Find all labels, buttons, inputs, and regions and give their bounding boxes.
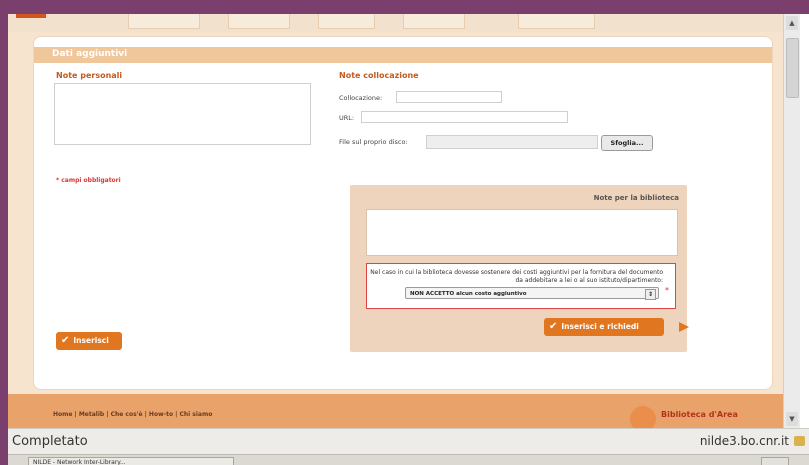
status-bar: Completato nilde3.bo.cnr.it [8,428,809,455]
page-footer: Home | Metalib | Che cos'è | How-to | Ch… [8,394,783,428]
nav-tab[interactable] [518,14,595,29]
library-notes-title: Note per la biblioteca [593,194,679,202]
footer-brand: Biblioteca d'Area [661,410,738,419]
personal-notes-label: Note personali [56,71,123,80]
nav-tab[interactable] [318,14,375,29]
taskbar-window-button[interactable]: NILDE - Network Inter-Library... [28,457,234,465]
collocazione-input[interactable] [396,91,502,103]
chevron-updown-icon: ⇕ [645,289,656,300]
scroll-up-icon[interactable]: ▲ [786,16,798,30]
brand-logo-icon [630,406,656,428]
status-text: Completato [12,434,88,449]
scroll-thumb[interactable] [786,38,799,98]
collocazione-label: Collocazione: [339,94,383,102]
lock-icon [794,436,805,446]
insert-label: Inserisci [73,336,109,345]
insert-button[interactable]: ✔ Inserisci [56,332,122,350]
costs-text: Nel caso in cui la biblioteca dovesse so… [370,269,663,284]
arrow-right-icon [679,322,689,332]
url-input[interactable] [361,111,568,123]
library-notes-box: Note per la biblioteca Nel caso in cui l… [350,185,689,352]
nav-tab[interactable] [403,14,465,29]
footer-links[interactable]: Home | Metalib | Che cos'è | How-to | Ch… [53,411,212,418]
costs-select[interactable]: NON ACCETTO alcun costo aggiuntivo ⇕ [405,287,659,300]
browse-button[interactable]: Sfoglia... [601,135,653,151]
top-nav-strip [8,14,783,32]
file-label: File sul proprio disco: [339,138,408,146]
costs-select-value: NON ACCETTO alcun costo aggiuntivo [410,291,527,297]
insert-request-button[interactable]: ✔ Inserisci e richiedi [544,318,689,336]
nav-tab[interactable] [128,14,200,29]
costs-box: Nel caso in cui la biblioteca dovesse so… [366,263,676,309]
insert-request-label: Inserisci e richiedi [561,322,639,331]
library-notes-textarea[interactable] [366,209,678,256]
section-title: Dati aggiuntivi [52,49,128,59]
status-host: nilde3.bo.cnr.it [699,434,789,448]
nav-accent [16,14,46,18]
check-icon: ✔ [549,321,558,332]
taskbar: NILDE - Network Inter-Library... [8,454,809,465]
personal-notes-textarea[interactable] [54,83,311,145]
required-note: * campi obbligatori [56,177,121,184]
file-path-input[interactable] [426,135,598,149]
web-page: Dati aggiuntivi Note personali Note coll… [8,14,783,428]
nav-tab[interactable] [228,14,290,29]
collocation-label: Note collocazione [339,71,419,80]
section-header: Dati aggiuntivi [34,47,772,63]
scroll-down-icon[interactable]: ▼ [786,412,798,426]
vertical-scrollbar[interactable]: ▲ ▼ [783,14,800,428]
system-tray [761,457,789,465]
form-panel: Dati aggiuntivi Note personali Note coll… [33,36,773,390]
check-icon: ✔ [61,335,70,346]
required-mark: * [665,286,669,295]
url-label: URL: [339,114,355,122]
browser-window: Dati aggiuntivi Note personali Note coll… [8,14,809,465]
